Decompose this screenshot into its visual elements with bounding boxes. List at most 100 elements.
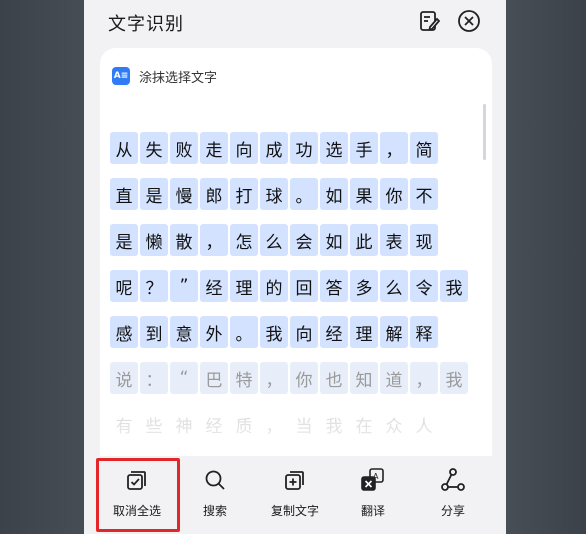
text-char[interactable]: 到 <box>140 316 168 348</box>
text-char[interactable]: 你 <box>290 362 318 394</box>
page-title: 文字识别 <box>108 14 184 35</box>
close-icon[interactable] <box>456 8 482 34</box>
top-bar: 文字识别 <box>84 0 506 44</box>
text-char[interactable]: 败 <box>170 132 198 164</box>
text-char[interactable]: 是 <box>140 178 168 210</box>
text-char[interactable]: 解 <box>380 316 408 348</box>
translate-button[interactable]: A 翻译 <box>338 466 408 530</box>
text-char[interactable]: 说 <box>110 362 138 394</box>
text-row: 说： “巴特，你也知道，我 <box>110 362 470 394</box>
background-left <box>0 0 84 534</box>
text-row: 是懒散，怎么会如此表现 <box>110 224 470 256</box>
recognized-text-grid[interactable]: 从失败走向成功选手，简直是慢郎打球。如果你不是懒散，怎么会如此表现呢？” 经理的回… <box>110 132 470 454</box>
text-char[interactable]: 会 <box>290 224 318 256</box>
text-char[interactable]: 成 <box>260 132 288 164</box>
selection-hint: 涂抹选择文字 <box>139 70 218 86</box>
text-char[interactable]: 选 <box>320 132 348 164</box>
share-label: 分享 <box>440 504 465 518</box>
text-char[interactable]: 球 <box>260 178 288 210</box>
text-char[interactable]: 你 <box>380 178 408 210</box>
text-char[interactable]: 郎 <box>200 178 228 210</box>
text-char[interactable]: ？ <box>140 270 168 302</box>
copy-text-button[interactable]: 复制文字 <box>260 466 330 530</box>
scrollbar[interactable] <box>483 104 486 160</box>
text-char[interactable]: 我 <box>440 362 468 394</box>
text-char[interactable]: 慢 <box>170 178 198 210</box>
text-char[interactable]: 答 <box>320 270 348 302</box>
text-char[interactable]: 知 <box>350 362 378 394</box>
text-char[interactable]: 向 <box>230 132 258 164</box>
edit-icon[interactable] <box>416 8 442 34</box>
text-char[interactable]: 失 <box>140 132 168 164</box>
text-char[interactable]: 的 <box>260 270 288 302</box>
text-row: 感到意外。我向经理解释 <box>110 316 470 348</box>
text-char[interactable]: 我 <box>440 270 468 302</box>
translate-icon: A <box>359 466 387 494</box>
text-recognition-card: A≡ 涂抹选择文字 从失败走向成功选手，简直是慢郎打球。如果你不是懒散，怎么会如… <box>100 48 492 468</box>
text-row: 呢？” 经理的回答多么令我 <box>110 270 470 302</box>
text-recognition-icon: A≡ <box>112 67 130 85</box>
text-char[interactable]: 理 <box>350 316 378 348</box>
highlight-box <box>96 458 180 532</box>
search-icon <box>201 466 229 494</box>
text-char[interactable]: 果 <box>350 178 378 210</box>
text-char[interactable]: 如 <box>320 224 348 256</box>
text-char[interactable]: 如 <box>320 178 348 210</box>
text-char[interactable]: ， <box>260 362 288 394</box>
text-char[interactable]: ， <box>200 224 228 256</box>
text-char[interactable]: 经 <box>200 270 228 302</box>
text-char[interactable]: 懒 <box>140 224 168 256</box>
text-char[interactable]: 现 <box>410 224 438 256</box>
text-char[interactable]: ” <box>170 270 198 302</box>
share-button[interactable]: 分享 <box>418 466 488 530</box>
text-char[interactable]: 是 <box>110 224 138 256</box>
text-char[interactable]: 呢 <box>110 270 138 302</box>
text-char[interactable]: 走 <box>200 132 228 164</box>
text-char[interactable]: 理 <box>230 270 258 302</box>
copy-icon <box>281 466 309 494</box>
search-label: 搜索 <box>202 504 227 518</box>
text-char[interactable]: 。 <box>290 178 318 210</box>
card-header: A≡ 涂抹选择文字 <box>112 66 217 86</box>
background-right <box>506 0 586 534</box>
text-char[interactable]: 此 <box>350 224 378 256</box>
text-char[interactable]: 散 <box>170 224 198 256</box>
text-char[interactable]: 手 <box>350 132 378 164</box>
search-button[interactable]: 搜索 <box>180 466 250 530</box>
text-char[interactable]: 么 <box>380 270 408 302</box>
phone-screen: 文字识别 A≡ 涂抹选择文字 从失败走向成功选手，简直是慢郎打球。如果你不是懒散… <box>84 0 506 534</box>
copy-text-label: 复制文字 <box>270 504 319 518</box>
text-char[interactable]: 感 <box>110 316 138 348</box>
text-char[interactable]: 巴 <box>200 362 228 394</box>
text-char[interactable]: 。 <box>230 316 258 348</box>
text-char[interactable]: 么 <box>260 224 288 256</box>
text-char[interactable]: 从 <box>110 132 138 164</box>
share-icon <box>439 466 467 494</box>
text-char[interactable]: 怎 <box>230 224 258 256</box>
text-char[interactable]: “ <box>170 362 198 394</box>
text-char[interactable]: 释 <box>410 316 438 348</box>
text-char[interactable]: 道 <box>380 362 408 394</box>
text-char[interactable]: 功 <box>290 132 318 164</box>
text-char[interactable]: 也 <box>320 362 348 394</box>
text-char[interactable]: 我 <box>260 316 288 348</box>
text-char[interactable]: 经 <box>320 316 348 348</box>
text-char[interactable]: 表 <box>380 224 408 256</box>
text-char[interactable]: 令 <box>410 270 438 302</box>
translate-label: 翻译 <box>360 504 385 518</box>
text-char[interactable]: 简 <box>410 132 438 164</box>
text-char[interactable]: 多 <box>350 270 378 302</box>
text-char[interactable]: 回 <box>290 270 318 302</box>
text-row: 从失败走向成功选手，简 <box>110 132 470 164</box>
text-char[interactable]: 外 <box>200 316 228 348</box>
text-char[interactable]: 直 <box>110 178 138 210</box>
text-char[interactable]: ， <box>410 362 438 394</box>
text-row: 直是慢郎打球。如果你不 <box>110 178 470 210</box>
text-char[interactable]: 特 <box>230 362 258 394</box>
text-char[interactable]: ， <box>380 132 408 164</box>
text-char[interactable]: ： <box>140 362 168 394</box>
text-char[interactable]: 意 <box>170 316 198 348</box>
text-char[interactable]: 打 <box>230 178 258 210</box>
text-char[interactable]: 不 <box>410 178 438 210</box>
text-char[interactable]: 向 <box>290 316 318 348</box>
